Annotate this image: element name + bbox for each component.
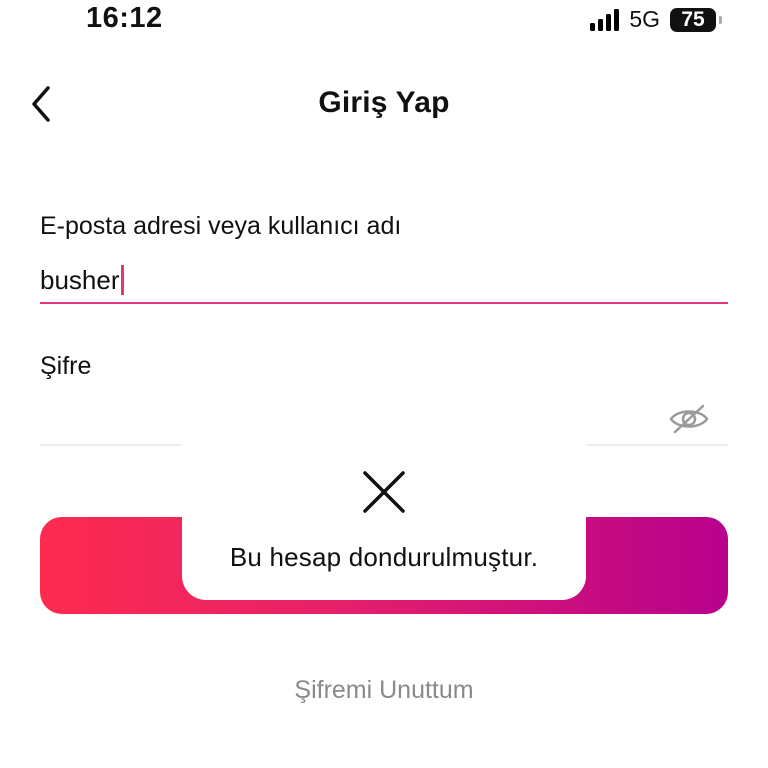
email-field[interactable]: busher xyxy=(40,258,728,304)
signal-icon xyxy=(590,8,620,31)
status-time: 16:12 xyxy=(86,2,163,34)
email-label: E-posta adresi veya kullanıcı adı xyxy=(40,212,402,240)
page-title: Giriş Yap xyxy=(318,86,450,119)
password-label: Şifre xyxy=(40,352,92,380)
toast-message: Bu hesap dondurulmuştur. xyxy=(229,542,539,572)
password-visibility-toggle[interactable] xyxy=(668,402,710,436)
forgot-password-link[interactable]: Şifremi Unuttum xyxy=(0,676,768,705)
email-value: busher xyxy=(40,264,120,295)
status-indicators: 5G 75 xyxy=(590,6,722,33)
eye-off-icon xyxy=(669,404,709,434)
network-type: 5G xyxy=(629,6,660,32)
close-x-icon xyxy=(360,468,408,516)
battery-level: 75 xyxy=(681,7,705,31)
login-screen: 16:12 5G 75 Giriş Yap E-posta adresi vey… xyxy=(0,0,768,768)
text-caret xyxy=(120,265,124,295)
battery-icon: 75 xyxy=(670,7,722,32)
password-field[interactable] xyxy=(40,396,728,446)
